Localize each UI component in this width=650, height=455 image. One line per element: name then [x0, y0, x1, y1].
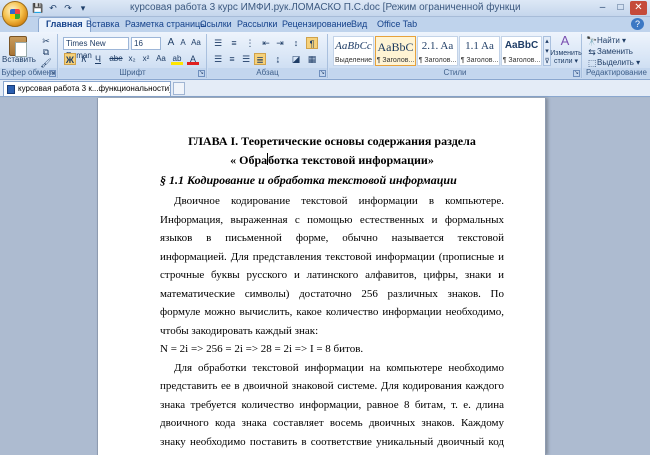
font-color-button[interactable]: A [187, 53, 199, 65]
paragraph-2: Для обработки текстовой информации на ко… [160, 361, 504, 455]
group-styles: AaBbCc Выделение AaBbC ¶ Заголов... 2.1.… [329, 34, 582, 78]
document-tab-label: курсовая работа 3 к...функциональности] … [18, 84, 171, 93]
style-item-heading-4[interactable]: AaBbC ¶ Заголов... [501, 36, 542, 66]
save-icon[interactable]: 💾 [32, 2, 44, 14]
group-clipboard: Вставить ✂ ⧉ 🖌 Буфер обмена ↘ [0, 34, 58, 78]
superscript-button[interactable]: x² [140, 53, 152, 65]
maximize-button[interactable]: □ [612, 1, 629, 15]
office-button[interactable] [2, 1, 28, 27]
change-case-button[interactable]: Aa [155, 53, 167, 65]
paragraph-launcher-icon[interactable]: ↘ [319, 70, 326, 77]
paragraph-1: Двоичное кодирование текстовой информаци… [160, 195, 504, 337]
sort-icon[interactable]: ↕ [290, 37, 302, 49]
group-label-font: Шрифт [59, 68, 206, 78]
chapter-subheading: « Обработка текстовой информации» [160, 151, 504, 170]
paste-button[interactable]: Вставить [2, 54, 36, 67]
bullets-icon[interactable]: ☰ [212, 37, 224, 49]
align-right-icon[interactable]: ☰ [240, 53, 252, 65]
show-marks-button[interactable]: ¶ [306, 37, 318, 49]
group-paragraph: ☰ ≡ ⋮ ⇤ ⇥ ↕ ¶ ☰ ≡ ☰ ≣ ↨ ◪ ▦ Абзац ↘ [208, 34, 328, 78]
style-name: ¶ Заголов... [460, 57, 499, 64]
group-label-editing: Редактирование [583, 68, 650, 78]
close-button[interactable]: ✕ [630, 1, 647, 15]
align-center-icon[interactable]: ≡ [226, 53, 238, 65]
qat-more-icon[interactable]: ▾ [77, 2, 89, 14]
decrease-indent-icon[interactable]: ⇤ [260, 37, 272, 49]
subheading-part-1: « Обра [230, 153, 268, 167]
window-title: курсовая работа 3 курс ИМФИ.рук.ЛОМАСКО … [130, 2, 520, 13]
borders-icon[interactable]: ▦ [306, 53, 318, 65]
font-size-select[interactable]: 16 [131, 37, 161, 50]
undo-icon[interactable]: ↶ [47, 2, 59, 14]
subscript-button[interactable]: x₂ [126, 53, 138, 65]
clipboard-launcher-icon[interactable]: ↘ [49, 70, 56, 77]
title-bar: 💾 ↶ ↷ ▾ курсовая работа 3 курс ИМФИ.рук.… [0, 0, 650, 27]
tab-home[interactable]: Главная [38, 17, 91, 32]
document-page[interactable]: ГЛАВА I. Теоретические основы содержания… [97, 98, 546, 455]
style-name: ¶ Заголов... [418, 57, 457, 64]
tab-office-tab[interactable]: Office Tab [377, 18, 417, 32]
group-label-paragraph: Абзац [208, 68, 327, 78]
align-left-icon[interactable]: ☰ [212, 53, 224, 65]
style-sample: AaBbC [504, 40, 539, 51]
shading-icon[interactable]: ◪ [290, 53, 302, 65]
tab-references[interactable]: Ссылки [200, 18, 232, 32]
subheading-part-2: ботка текстовой информации» [268, 153, 434, 167]
bold-button[interactable]: Ж [64, 53, 76, 65]
multilevel-list-icon[interactable]: ⋮ [244, 37, 256, 49]
document-tab[interactable]: курсовая работа 3 к...функциональности] … [3, 81, 171, 96]
font-name-select[interactable]: Times New Roman [63, 37, 129, 60]
quick-access-toolbar: 💾 ↶ ↷ ▾ [32, 2, 89, 14]
chapter-heading: ГЛАВА I. Теоретические основы содержания… [188, 134, 476, 148]
new-tab-button[interactable] [173, 82, 185, 95]
tab-page-layout[interactable]: Разметка страницы [125, 18, 207, 32]
strikethrough-button[interactable]: abe [108, 53, 124, 65]
tab-review[interactable]: Рецензирование [282, 18, 352, 32]
underline-button[interactable]: Ч [92, 53, 104, 65]
clear-format-button[interactable]: Aa [190, 37, 202, 49]
style-sample: AaBbC [377, 40, 414, 54]
word-doc-icon [7, 85, 15, 94]
style-name: ¶ Заголов... [502, 57, 541, 64]
shrink-font-button[interactable]: A [177, 37, 189, 49]
style-item-heading-2[interactable]: 2.1. Aa ¶ Заголов... [417, 36, 458, 66]
minimize-button[interactable]: – [594, 1, 611, 15]
justify-icon[interactable]: ≣ [254, 53, 266, 65]
line-spacing-icon[interactable]: ↨ [272, 53, 284, 65]
formula-line: N = 2i => 256 = 2i => 28 = 2i => I = 8 б… [160, 343, 364, 355]
grow-font-button[interactable]: A [165, 37, 177, 49]
italic-button[interactable]: К [78, 53, 90, 65]
increase-indent-icon[interactable]: ⇥ [274, 37, 286, 49]
group-label-styles: Стили [329, 68, 581, 78]
redo-icon[interactable]: ↷ [62, 2, 74, 14]
paste-icon[interactable] [9, 36, 27, 57]
font-launcher-icon[interactable]: ↘ [198, 70, 205, 77]
numbering-icon[interactable]: ≡ [228, 37, 240, 49]
styles-launcher-icon[interactable]: ↘ [573, 70, 580, 77]
window-controls: – □ ✕ [594, 1, 647, 15]
style-name: ¶ Заголов... [376, 57, 415, 64]
style-name: Выделение [334, 57, 373, 64]
change-styles-icon[interactable]: A [559, 34, 571, 47]
ribbon-tabs: Главная Вставка Разметка страницы Ссылки… [0, 17, 650, 32]
group-font: Times New Roman 16 A A Aa Ж К Ч abe x₂ x… [59, 34, 207, 78]
tab-view[interactable]: Вид [351, 18, 367, 32]
section-heading: § 1.1 Кодирование и обработка текстовой … [160, 173, 457, 187]
document-body[interactable]: ГЛАВА I. Теоретические основы содержания… [160, 132, 504, 455]
style-item-heading-1[interactable]: AaBbC ¶ Заголов... [375, 36, 416, 66]
style-item-emphasis[interactable]: AaBbCc Выделение [333, 36, 374, 66]
style-sample: 1.1 Aa [465, 40, 494, 52]
document-workspace: ГЛАВА I. Теоретические основы содержания… [0, 98, 650, 455]
style-sample: 2.1. Aa [421, 40, 454, 52]
ribbon: Вставить ✂ ⧉ 🖌 Буфер обмена ↘ Times New … [0, 32, 650, 80]
style-item-heading-3[interactable]: 1.1 Aa ¶ Заголов... [459, 36, 500, 66]
highlight-button[interactable]: ab [171, 53, 183, 65]
tab-mailings[interactable]: Рассылки [237, 18, 277, 32]
group-editing: 🔭 Найти ▾ ⇆ Заменить ⬚ Выделить ▾ Редакт… [583, 34, 650, 78]
document-tab-bar: курсовая работа 3 к...функциональности] … [0, 80, 650, 97]
tab-insert[interactable]: Вставка [86, 18, 119, 32]
help-icon[interactable]: ? [631, 18, 644, 30]
style-sample: AaBbCc [335, 40, 372, 52]
